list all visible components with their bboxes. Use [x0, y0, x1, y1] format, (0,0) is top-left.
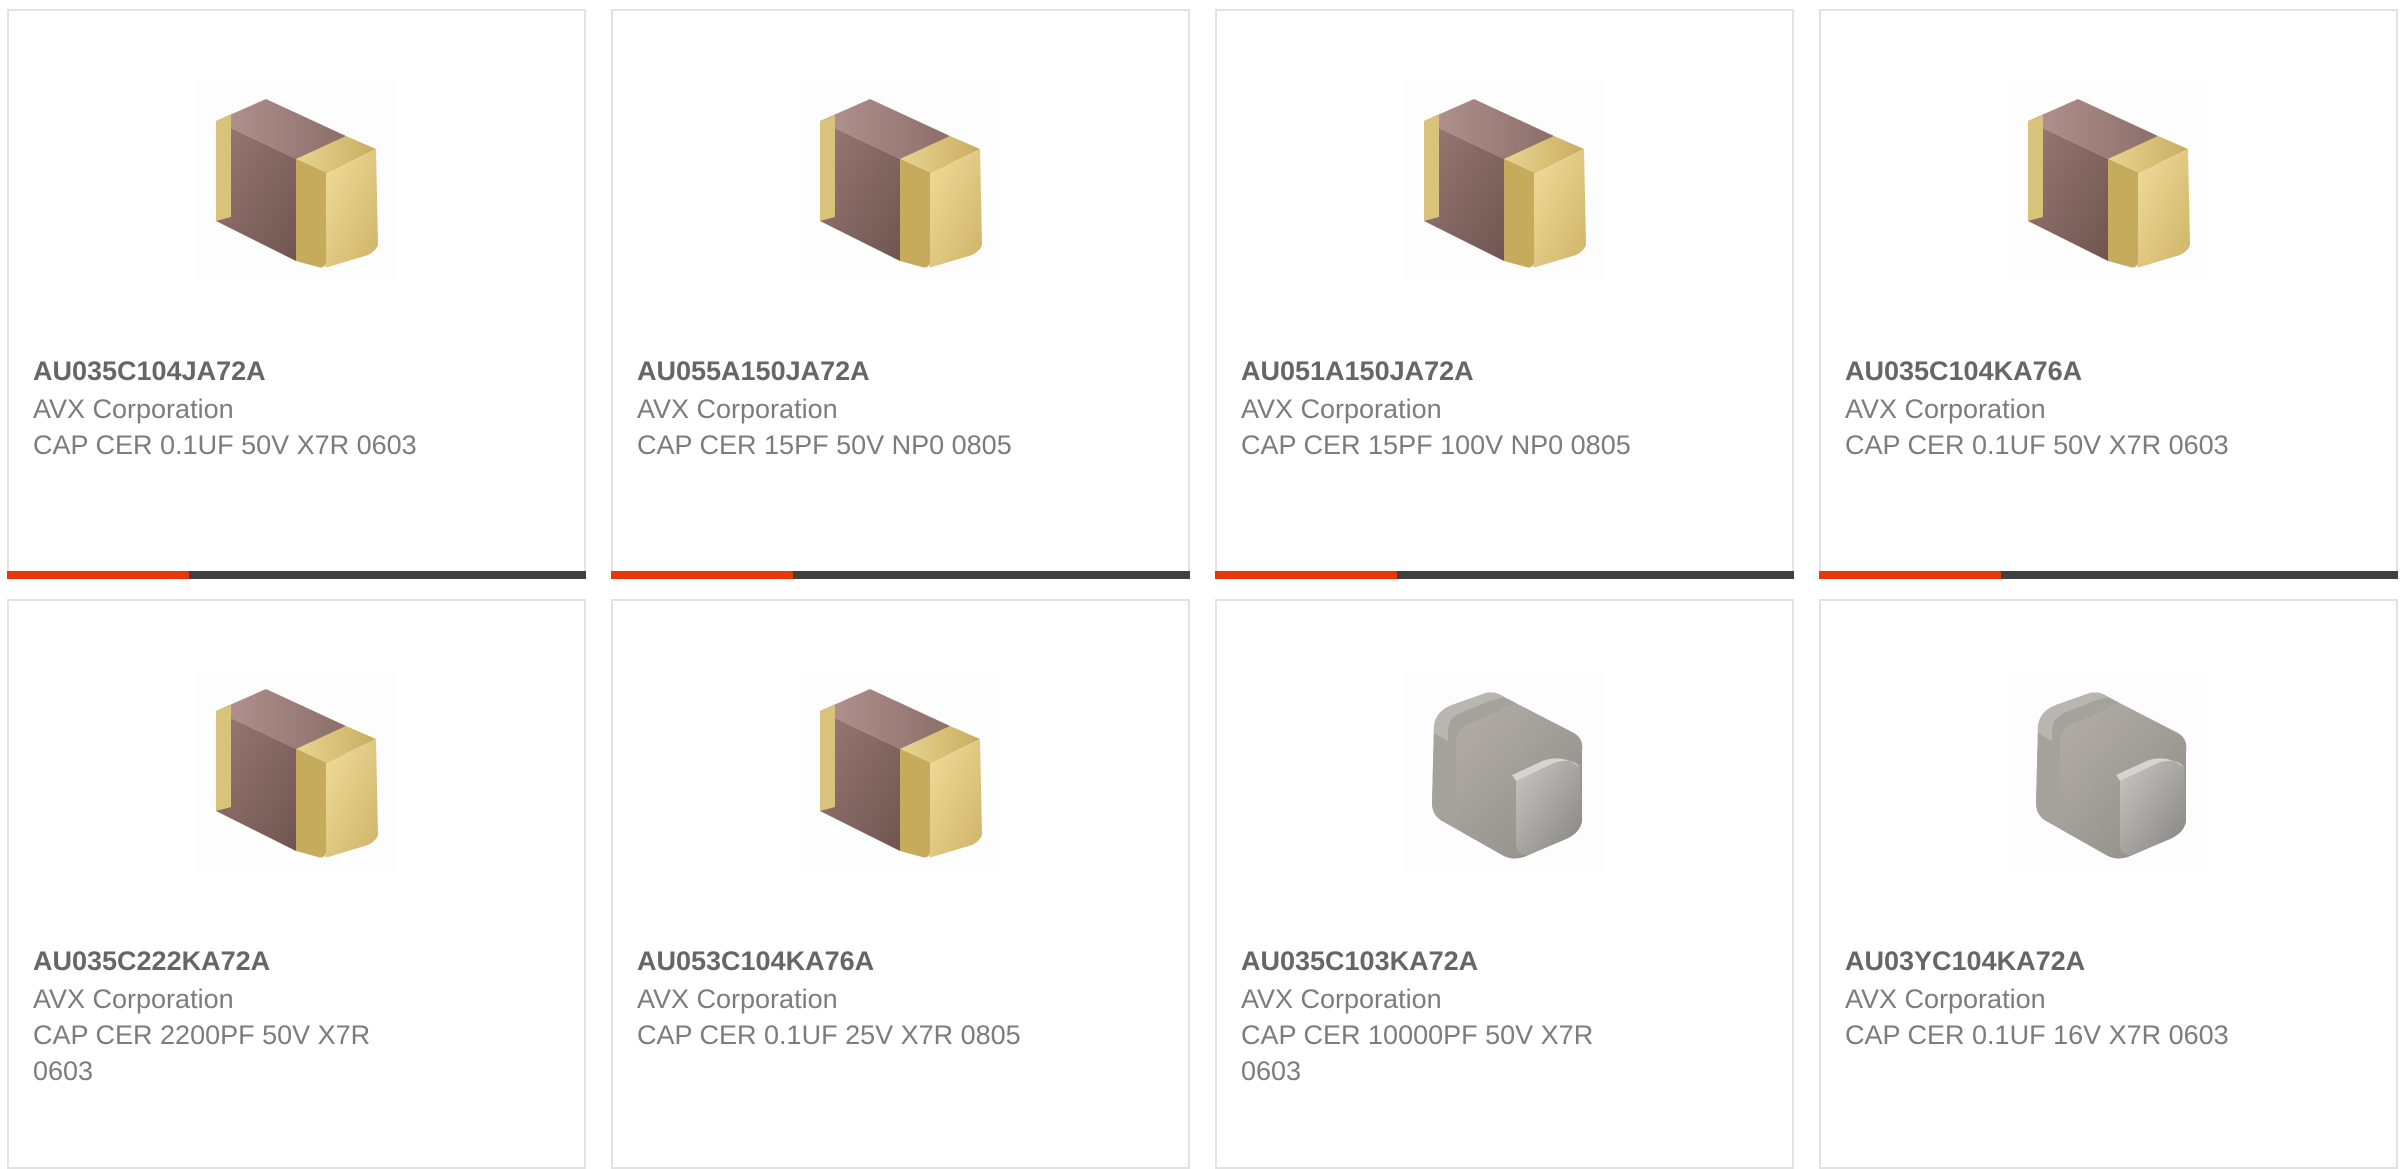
product-image[interactable] [2008, 81, 2208, 281]
card-footer-bar [1819, 571, 2398, 579]
product-description: CAP CER 2200PF 50V X7R 0603 [33, 1020, 371, 1086]
capacitor-tan-icon [820, 689, 982, 858]
product-image[interactable] [1404, 671, 1604, 871]
product-card[interactable]: AU053C104KA76A AVX Corporation CAP CER 0… [611, 599, 1190, 1169]
capacitor-tan-icon [820, 99, 982, 268]
part-number[interactable]: AU03YC104KA72A [1845, 944, 2085, 978]
product-card[interactable]: AU035C222KA72A AVX Corporation CAP CER 2… [7, 599, 586, 1169]
product-image[interactable] [2008, 671, 2208, 871]
capacitor-tan-icon [216, 689, 378, 858]
product-image[interactable] [1404, 81, 1604, 281]
product-description: CAP CER 15PF 100V NP0 0805 [1241, 430, 1631, 460]
card-footer-accent [611, 571, 793, 579]
capacitor-grey-icon [2036, 692, 2187, 859]
capacitor-grey-icon [1432, 692, 1583, 859]
manufacturer-name: AVX Corporation [33, 394, 234, 424]
card-footer-bar [7, 571, 586, 579]
product-image[interactable] [800, 81, 1000, 281]
part-number[interactable]: AU035C103KA72A [1241, 944, 1478, 978]
card-footer-bar [611, 571, 1190, 579]
product-description: CAP CER 10000PF 50V X7R 0603 [1241, 1020, 1594, 1086]
capacitor-tan-icon [216, 99, 378, 268]
card-footer-accent [1215, 571, 1397, 579]
manufacturer-name: AVX Corporation [1845, 984, 2046, 1014]
part-number[interactable]: AU035C104JA72A [33, 354, 266, 388]
manufacturer-name: AVX Corporation [33, 984, 234, 1014]
manufacturer-name: AVX Corporation [637, 984, 838, 1014]
part-number[interactable]: AU055A150JA72A [637, 354, 870, 388]
product-image[interactable] [196, 671, 396, 871]
product-description: CAP CER 15PF 50V NP0 0805 [637, 430, 1012, 460]
capacitor-tan-icon [1424, 99, 1586, 268]
product-card[interactable]: AU035C103KA72A AVX Corporation CAP CER 1… [1215, 599, 1794, 1169]
product-description: CAP CER 0.1UF 50V X7R 0603 [33, 430, 417, 460]
part-number[interactable]: AU051A150JA72A [1241, 354, 1474, 388]
product-description: CAP CER 0.1UF 50V X7R 0603 [1845, 430, 2229, 460]
product-description: CAP CER 0.1UF 25V X7R 0805 [637, 1020, 1021, 1050]
product-description: CAP CER 0.1UF 16V X7R 0603 [1845, 1020, 2229, 1050]
product-grid: AU035C104JA72A AVX Corporation CAP CER 0… [7, 9, 2398, 1169]
product-card[interactable]: AU035C104KA76A AVX Corporation CAP CER 0… [1819, 9, 2398, 579]
card-footer-accent [7, 571, 189, 579]
manufacturer-name: AVX Corporation [637, 394, 838, 424]
product-card[interactable]: AU055A150JA72A AVX Corporation CAP CER 1… [611, 9, 1190, 579]
part-number[interactable]: AU035C104KA76A [1845, 354, 2082, 388]
product-image[interactable] [800, 671, 1000, 871]
manufacturer-name: AVX Corporation [1845, 394, 2046, 424]
capacitor-tan-icon [2028, 99, 2190, 268]
manufacturer-name: AVX Corporation [1241, 984, 1442, 1014]
product-card[interactable]: AU03YC104KA72A AVX Corporation CAP CER 0… [1819, 599, 2398, 1169]
part-number[interactable]: AU053C104KA76A [637, 944, 874, 978]
product-card[interactable]: AU035C104JA72A AVX Corporation CAP CER 0… [7, 9, 586, 579]
product-image[interactable] [196, 81, 396, 281]
part-number[interactable]: AU035C222KA72A [33, 944, 270, 978]
card-footer-accent [1819, 571, 2001, 579]
card-footer-bar [1215, 571, 1794, 579]
product-card[interactable]: AU051A150JA72A AVX Corporation CAP CER 1… [1215, 9, 1794, 579]
manufacturer-name: AVX Corporation [1241, 394, 1442, 424]
